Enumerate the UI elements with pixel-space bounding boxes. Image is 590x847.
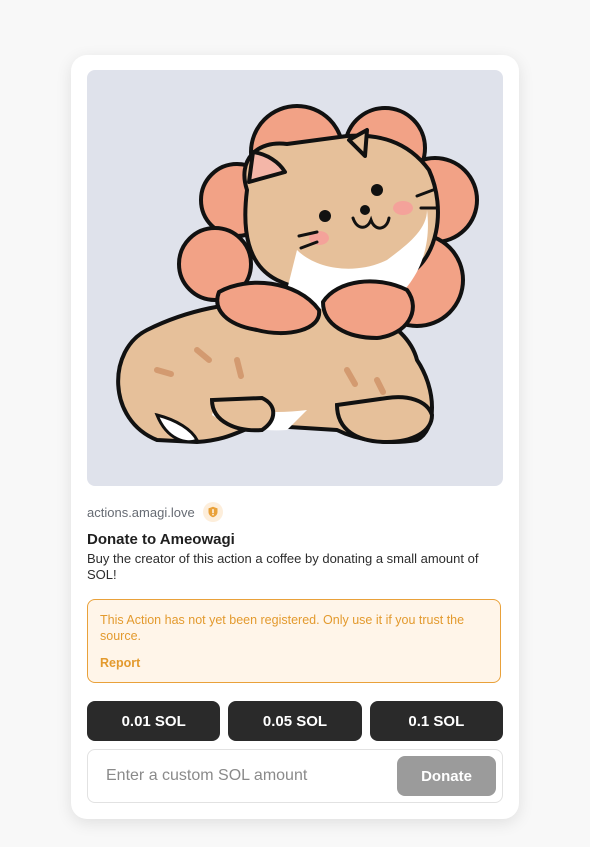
action-description: Buy the creator of this action a coffee … — [87, 551, 479, 582]
donate-amount-button-0-1[interactable]: 0.1 SOL — [369, 701, 503, 741]
action-title: Donate to Ameowagi — [87, 531, 235, 548]
report-link[interactable]: Report — [100, 656, 140, 670]
action-image — [87, 70, 503, 486]
custom-amount-input[interactable] — [104, 766, 397, 786]
cat-illustration — [116, 104, 479, 445]
donate-amount-button-0-05[interactable]: 0.05 SOL — [228, 701, 362, 741]
action-card: actions.amagi.love Donate to Ameowagi Bu… — [71, 55, 519, 819]
shield-icon — [202, 502, 223, 522]
action-domain-row: actions.amagi.love — [87, 502, 223, 522]
custom-amount-row: Donate — [87, 749, 503, 803]
donate-button[interactable]: Donate — [397, 756, 496, 796]
unregistered-warning: This Action has not yet been registered.… — [87, 599, 501, 683]
amount-buttons: 0.01 SOL 0.05 SOL 0.1 SOL — [87, 701, 503, 741]
donate-amount-button-0-01[interactable]: 0.01 SOL — [87, 701, 221, 741]
action-domain: actions.amagi.love — [87, 504, 195, 520]
warning-text: This Action has not yet been registered.… — [100, 613, 465, 643]
